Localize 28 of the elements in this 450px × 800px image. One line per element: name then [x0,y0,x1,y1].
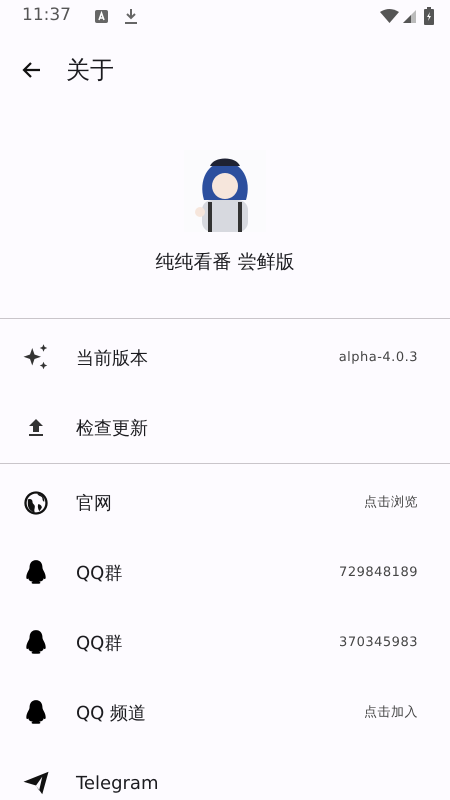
globe-icon [22,489,50,517]
battery-icon [424,7,434,25]
settings-row[interactable]: Telegram [0,748,450,800]
page-title: 关于 [66,55,114,86]
row-value: 729848189 [339,564,418,582]
row-label: QQ 频道 [76,702,148,726]
row-label: QQ群 [76,562,124,586]
row-label: 官网 [76,492,113,516]
app-name: 纯纯看番 尝鲜版 [155,250,295,275]
row-value: 点击浏览 [364,494,418,512]
wifi-icon [380,9,399,23]
row-value: 370345983 [339,634,418,652]
settings-row[interactable]: 检查更新 [0,393,450,463]
row-label: QQ群 [76,632,124,656]
settings-row[interactable]: 官网 点击浏览 [0,468,450,538]
settings-row[interactable]: QQ 频道 点击加入 [0,678,450,748]
notification-icon [95,10,108,22]
row-value: alpha-4.0.3 [338,349,418,368]
settings-row[interactable]: QQ群 370345983 [0,608,450,678]
settings-row[interactable]: 当前版本 alpha-4.0.3 [0,323,450,393]
status-time: 11:37 [22,4,71,28]
signal-icon [403,10,416,22]
row-label: 当前版本 [76,346,149,370]
row-label: Telegram [76,772,160,796]
settings-row[interactable]: QQ群 729848189 [0,538,450,608]
row-value: 点击加入 [364,704,418,722]
download-icon [124,8,138,24]
row-label: 检查更新 [76,416,149,440]
